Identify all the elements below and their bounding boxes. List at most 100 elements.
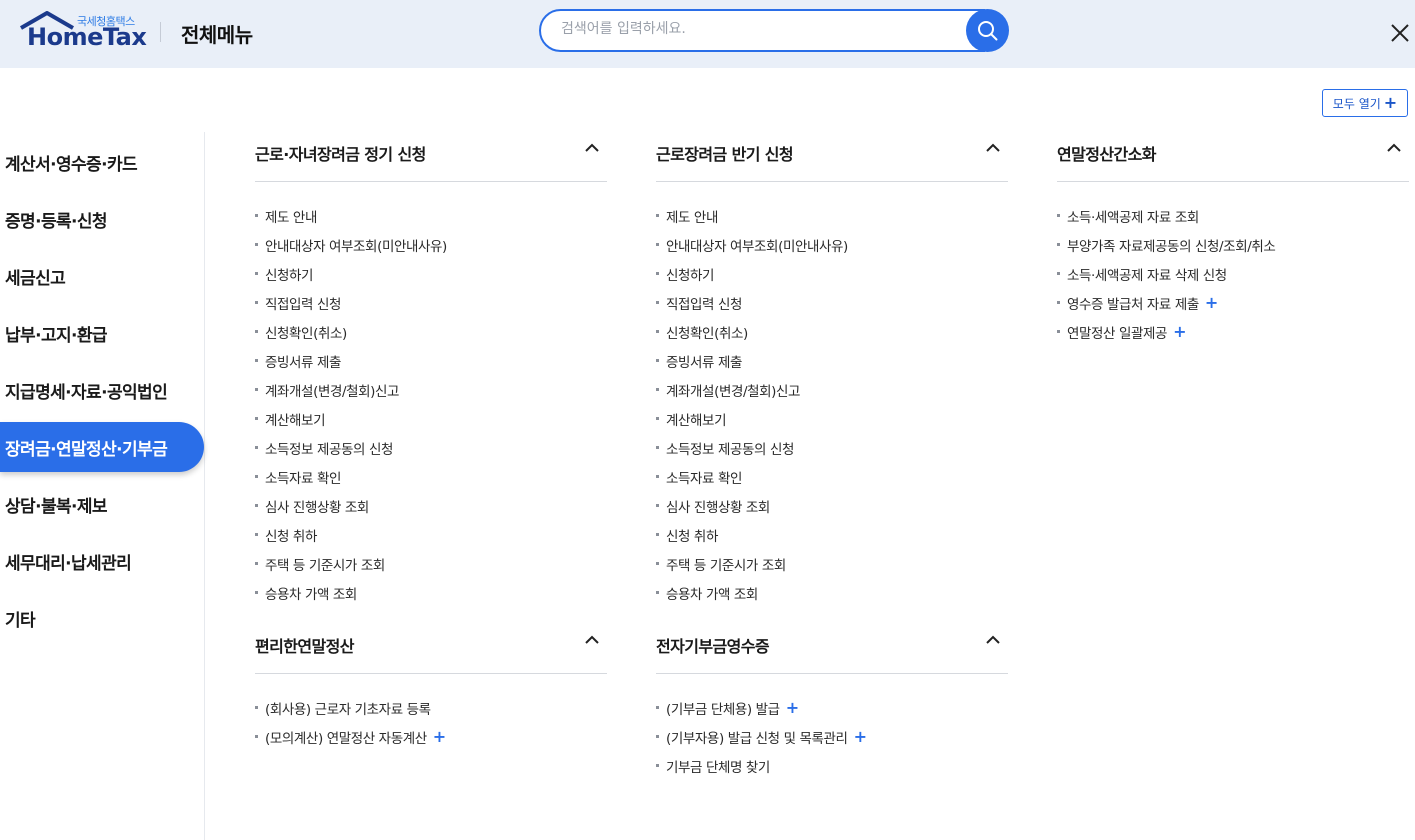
menu-link[interactable]: 승용차 가액 조회 [255, 578, 607, 607]
logo-title: HomeTax [27, 23, 147, 51]
menu-link[interactable]: 계산해보기 [255, 404, 607, 433]
menu-link[interactable]: (기부자용) 발급 신청 및 목록관리 + [656, 722, 1008, 751]
bullet-icon [1057, 301, 1060, 304]
menu-link[interactable]: 신청확인(취소) [656, 317, 1008, 346]
section-header[interactable]: 연말정산간소화 [1057, 132, 1409, 182]
bullet-icon [656, 214, 659, 217]
menu-link[interactable]: 소득자료 확인 [656, 462, 1008, 491]
menu-link[interactable]: 기부금 단체명 찾기 [656, 751, 1008, 780]
sidebar-item[interactable]: 지급명세·자료·공익법인 [0, 365, 204, 415]
menu-link[interactable]: 소득정보 제공동의 신청 [255, 433, 607, 462]
menu-link[interactable]: 주택 등 기준시가 조회 [255, 549, 607, 578]
menu-section: 근로장려금 반기 신청제도 안내안내대상자 여부조회(미안내사유) 신청하기 직접입… [656, 132, 1008, 607]
menu-link[interactable]: 안내대상자 여부조회(미안내사유) [255, 230, 607, 259]
bullet-icon [255, 243, 258, 246]
sidebar-item[interactable]: 상담·불복·제보 [0, 479, 204, 529]
expand-plus-icon[interactable]: + [433, 728, 446, 745]
search-button[interactable] [966, 9, 1009, 52]
bullet-icon [1057, 272, 1060, 275]
bullet-icon [255, 475, 258, 478]
bullet-icon [656, 301, 659, 304]
bullet-icon [656, 388, 659, 391]
expand-plus-icon[interactable]: + [1205, 294, 1218, 311]
bullet-icon [656, 272, 659, 275]
section-header[interactable]: 근로장려금 반기 신청 [656, 132, 1008, 182]
sidebar-item[interactable]: 증명·등록·신청 [0, 194, 204, 244]
menu-link[interactable]: (기부금 단체용) 발급 + [656, 693, 1008, 722]
menu-link[interactable]: 신청확인(취소) [255, 317, 607, 346]
section-header[interactable]: 편리한연말정산 [255, 624, 607, 674]
menu-link[interactable]: 신청하기 [255, 259, 607, 288]
chevron-up-icon[interactable] [585, 635, 599, 645]
menu-link[interactable]: 계산해보기 [656, 404, 1008, 433]
menu-link[interactable]: 증빙서류 제출 [255, 346, 607, 375]
menu-link[interactable]: 안내대상자 여부조회(미안내사유) [656, 230, 1008, 259]
sidebar-item[interactable]: 납부·고지·환급 [0, 308, 204, 358]
menu-link[interactable]: 소득자료 확인 [255, 462, 607, 491]
menu-link[interactable]: 영수증 발급처 자료 제출 + [1057, 288, 1409, 317]
menu-section: 근로·자녀장려금 정기 신청제도 안내 안내대상자 여부조회(미안내사유) 신청하기… [255, 132, 607, 607]
sidebar-item[interactable]: 계산서·영수증·카드 [0, 137, 204, 187]
menu-link[interactable]: 부양가족 자료제공동의 신청/조회/취소 [1057, 230, 1409, 259]
menu-link[interactable]: (회사용) 근로자 기초자료 등록 [255, 693, 607, 722]
menu-link[interactable]: (모의계산) 연말정산 자동계산 + [255, 722, 607, 751]
menu-link[interactable]: 신청하기 [656, 259, 1008, 288]
menu-link[interactable]: 승용차 가액 조회 [656, 578, 1008, 607]
menu-link[interactable]: 소득·세액공제 자료 조회 [1057, 201, 1409, 230]
menu-link[interactable]: 신청 취하 [656, 520, 1008, 549]
menu-link[interactable]: 연말정산 일괄제공 + [1057, 317, 1409, 346]
open-all-label: 모두 열기 [1332, 96, 1381, 111]
expand-plus-icon[interactable]: + [854, 728, 867, 745]
menu-link-label: 연말정산 일괄제공 [1067, 325, 1168, 342]
menu-link[interactable]: 증빙서류 제출 [656, 346, 1008, 375]
menu-link[interactable]: 제도 안내 [656, 201, 1008, 230]
bullet-icon [656, 533, 659, 536]
sidebar-item[interactable]: 세무대리·납세관리 [0, 536, 204, 586]
chevron-up-icon[interactable] [1387, 143, 1401, 153]
sidebar-item[interactable]: 장려금·연말정산·기부금 [0, 422, 204, 472]
menu-link-label: 소득·세액공제 자료 삭제 신청 [1067, 267, 1227, 284]
bullet-icon [656, 504, 659, 507]
chevron-up-icon[interactable] [986, 635, 1000, 645]
bullet-icon [1057, 243, 1060, 246]
chevron-up-icon[interactable] [986, 143, 1000, 153]
menu-link-label: 직접입력 신청 [265, 296, 342, 313]
menu-link[interactable]: 심사 진행상황 조회 [656, 491, 1008, 520]
menu-link[interactable]: 심사 진행상황 조회 [255, 491, 607, 520]
menu-link[interactable]: 계좌개설(변경/철회)신고 [255, 375, 607, 404]
bullet-icon [1057, 330, 1060, 333]
menu-link[interactable]: 소득정보 제공동의 신청 [656, 433, 1008, 462]
menu-link-label: 안내대상자 여부조회(미안내사유) [666, 238, 848, 255]
menu-link[interactable]: 주택 등 기준시가 조회 [656, 549, 1008, 578]
menu-link[interactable]: 직접입력 신청 [656, 288, 1008, 317]
close-button[interactable] [1386, 19, 1414, 47]
menu-link-label: 심사 진행상황 조회 [265, 499, 369, 516]
bullet-icon [656, 243, 659, 246]
expand-plus-icon[interactable]: + [1173, 323, 1186, 340]
section-header[interactable]: 전자기부금영수증 [656, 624, 1008, 674]
menu-link[interactable]: 소득·세액공제 자료 삭제 신청 [1057, 259, 1409, 288]
bullet-icon [656, 446, 659, 449]
menu-link-label: 신청 취하 [265, 528, 317, 545]
menu-link[interactable]: 계좌개설(변경/철회)신고 [656, 375, 1008, 404]
sidebar-item[interactable]: 세금신고 [0, 251, 204, 301]
section-header[interactable]: 근로·자녀장려금 정기 신청 [255, 132, 607, 182]
open-all-button[interactable]: 모두 열기 + [1322, 89, 1408, 117]
menu-link-label: 주택 등 기준시가 조회 [265, 557, 385, 574]
hometax-logo[interactable]: 국세청홈택스 HomeTax [19, 11, 147, 51]
menu-link-label: 부양가족 자료제공동의 신청/조회/취소 [1067, 238, 1276, 255]
expand-plus-icon[interactable]: + [786, 699, 799, 716]
menu-link[interactable]: 제도 안내 [255, 201, 607, 230]
section-item-list: 제도 안내안내대상자 여부조회(미안내사유) 신청하기 직접입력 신청 신청확인(취소… [656, 182, 1008, 607]
menu-link-label: 신청 취하 [666, 528, 718, 545]
bullet-icon [255, 388, 258, 391]
section-item-list: (기부금 단체용) 발급 + (기부자용) 발급 신청 및 목록관리 + 기부금 단체명… [656, 674, 1008, 780]
bullet-icon [255, 214, 258, 217]
search-input[interactable] [561, 21, 961, 37]
sidebar-item[interactable]: 기타 [0, 593, 204, 643]
menu-link[interactable]: 직접입력 신청 [255, 288, 607, 317]
menu-link-label: 증빙서류 제출 [666, 354, 743, 371]
chevron-up-icon[interactable] [585, 143, 599, 153]
menu-link[interactable]: 신청 취하 [255, 520, 607, 549]
menu-link-label: (회사용) 근로자 기초자료 등록 [265, 701, 431, 718]
